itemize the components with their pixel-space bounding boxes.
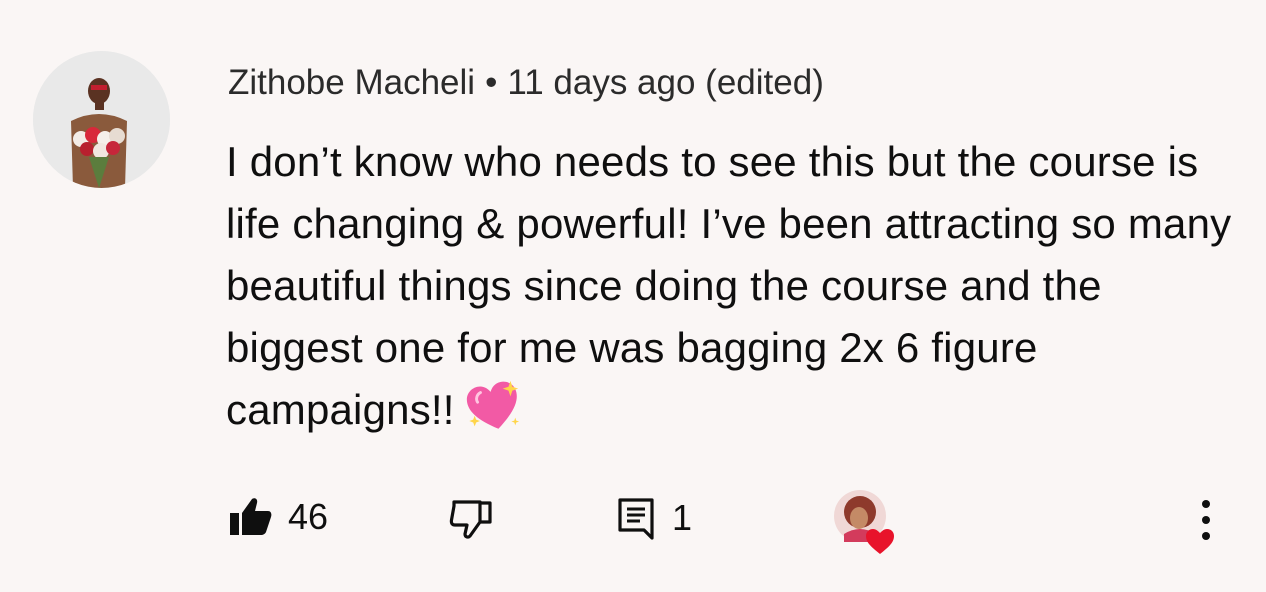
like-count: 46: [288, 496, 329, 537]
thumbs-down-icon: [448, 498, 494, 540]
comment-text: I don’t know who needs to see this but t…: [226, 138, 1232, 433]
creator-heart-icon: [832, 488, 902, 556]
comment-thread: Zithobe Macheli • 11 days ago (edited) I d…: [0, 0, 1266, 592]
author-name[interactable]: Zithobe Macheli: [228, 63, 475, 102]
more-vertical-icon: [1200, 498, 1212, 542]
thumbs-up-filled-icon: [228, 497, 272, 537]
comment-timestamp[interactable]: 11 days ago (edited): [507, 63, 824, 102]
comment-icon: [616, 496, 656, 540]
author-avatar[interactable]: [33, 51, 170, 188]
dislike-button[interactable]: [448, 498, 494, 540]
sparkling-heart-icon: [465, 379, 523, 437]
reply-count: 1: [672, 497, 693, 538]
reply-button[interactable]: 1: [616, 496, 692, 540]
comment-actions: 46 1: [0, 480, 1266, 560]
avatar-image: [33, 51, 170, 188]
comment-header: Zithobe Macheli • 11 days ago (edited): [228, 62, 824, 104]
comment-body: I don’t know who needs to see this but t…: [226, 131, 1236, 441]
creator-heart-badge: [832, 488, 902, 556]
more-options-button[interactable]: [1188, 494, 1224, 546]
like-button[interactable]: 46: [228, 496, 328, 538]
meta-separator: •: [485, 63, 498, 102]
